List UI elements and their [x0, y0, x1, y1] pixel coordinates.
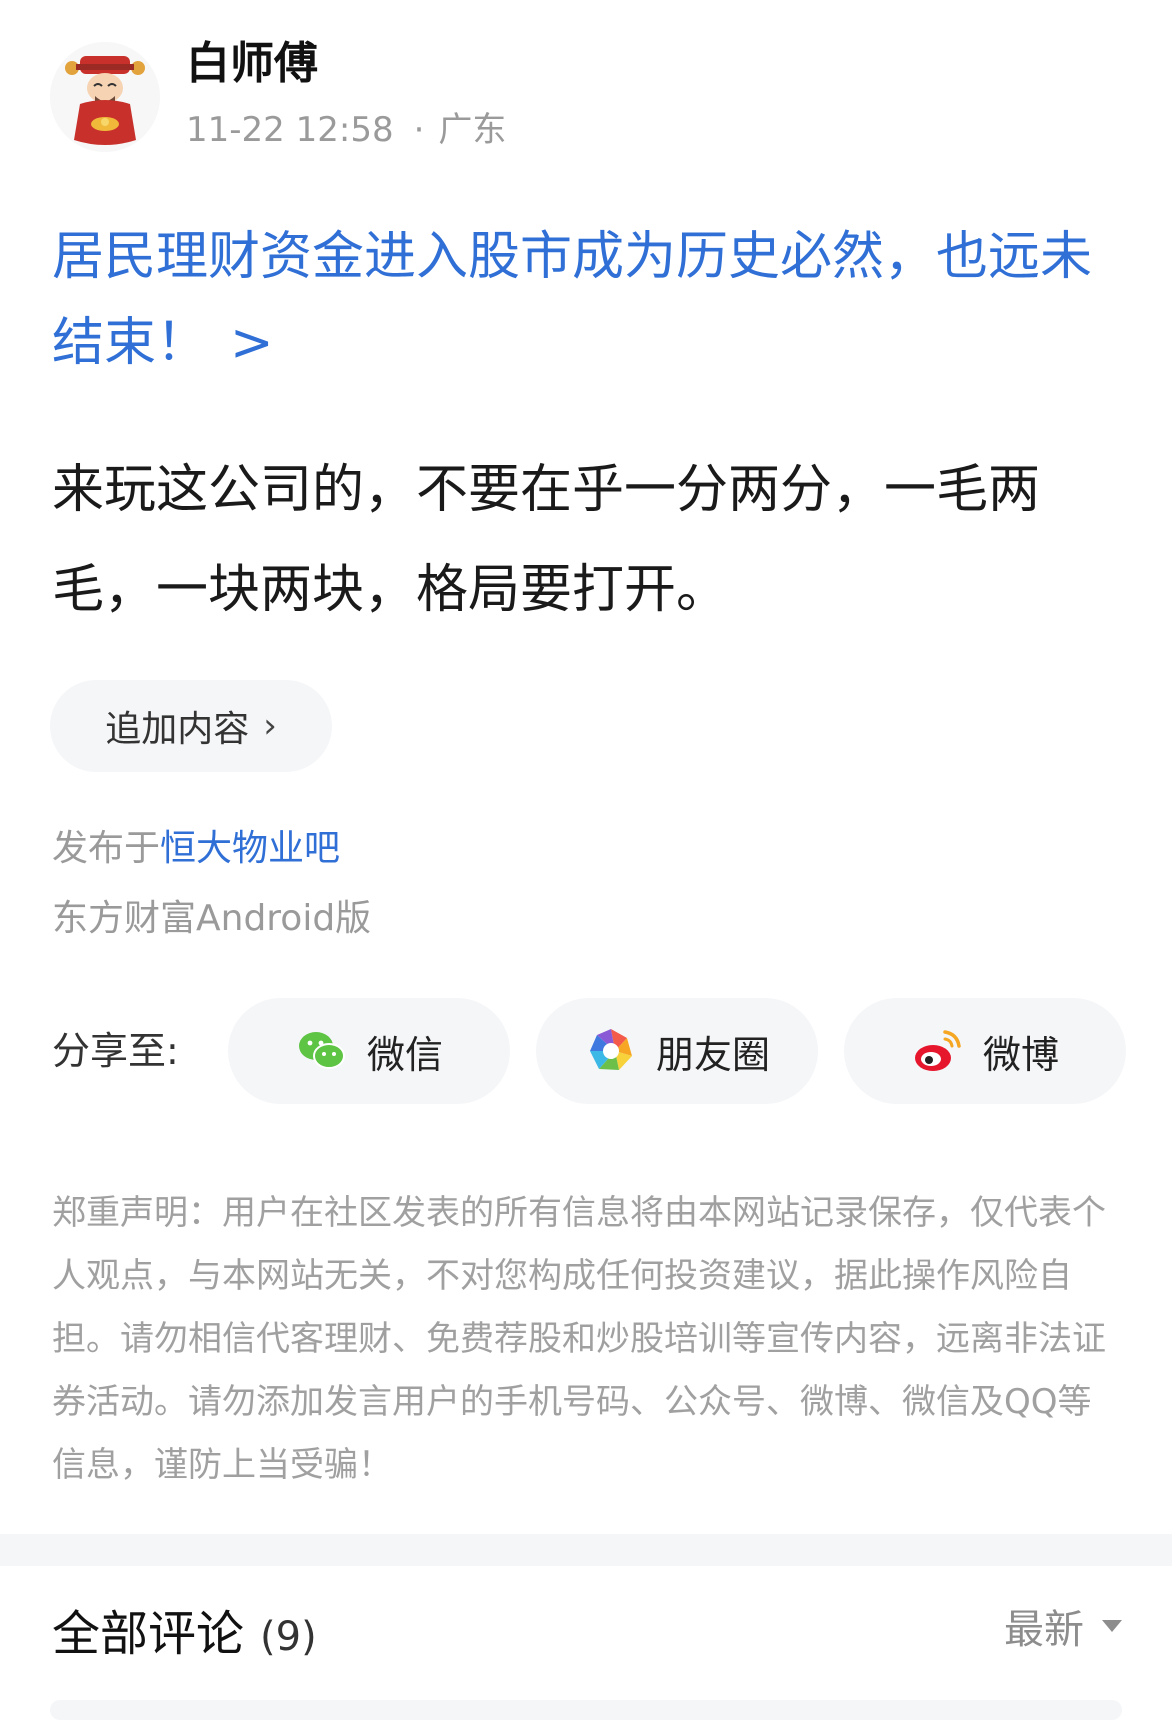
chevron-right-icon: ›	[263, 706, 277, 746]
post-title-link[interactable]: 居民理财资金进入股市成为历史必然，也远未结束！ >	[52, 214, 1132, 386]
published-in: 发布于恒大物业吧	[52, 824, 340, 874]
post-meta: 11-22 12:58 · 广东	[186, 108, 506, 152]
share-moments-button[interactable]: 朋友圈	[536, 998, 818, 1104]
client-source: 东方财富Android版	[52, 898, 372, 939]
sort-label: 最新	[1004, 1607, 1084, 1653]
share-weibo-label: 微博	[982, 1032, 1059, 1077]
weibo-icon	[914, 1030, 961, 1071]
comments-count: (9)	[260, 1614, 317, 1660]
section-divider	[0, 1534, 1172, 1566]
author-avatar[interactable]	[50, 42, 160, 152]
add-content-button[interactable]: 追加内容 ›	[50, 680, 332, 772]
share-label: 分享至:	[52, 1029, 179, 1073]
god-of-wealth-avatar-icon	[50, 42, 160, 152]
share-weibo-button[interactable]: 微博	[844, 998, 1126, 1104]
published-prefix: 发布于	[52, 828, 161, 869]
comments-header: 全部评论 (9)	[52, 1604, 317, 1667]
add-content-label: 追加内容	[105, 709, 250, 750]
title-arrow-icon: >	[230, 313, 274, 373]
post-location: 广东	[438, 110, 507, 150]
disclaimer-text: 郑重声明：用户在社区发表的所有信息将由本网站记录保存，仅代表个人观点，与本网站无…	[52, 1193, 1106, 1485]
comments-title: 全部评论	[52, 1606, 245, 1662]
caret-down-icon	[1102, 1620, 1122, 1632]
share-wechat-button[interactable]: 微信	[228, 998, 510, 1104]
share-wechat-label: 微信	[366, 1032, 443, 1077]
post-content: 来玩这公司的，不要在乎一分两分，一毛两毛，一块两块，格局要打开。	[52, 460, 1041, 620]
comment-card-edge	[50, 1700, 1122, 1720]
post-title: 居民理财资金进入股市成为历史必然，也远未结束！	[52, 227, 1093, 373]
meta-separator: ·	[413, 110, 425, 150]
wechat-icon	[298, 1032, 345, 1069]
share-moments-label: 朋友圈	[655, 1032, 770, 1077]
comments-sort-dropdown[interactable]: 最新	[1004, 1600, 1122, 1660]
moments-icon	[589, 1029, 632, 1070]
forum-link[interactable]: 恒大物业吧	[160, 828, 340, 869]
post-time: 11-22 12:58	[186, 110, 394, 150]
author-name[interactable]: 白师傅	[186, 36, 318, 92]
